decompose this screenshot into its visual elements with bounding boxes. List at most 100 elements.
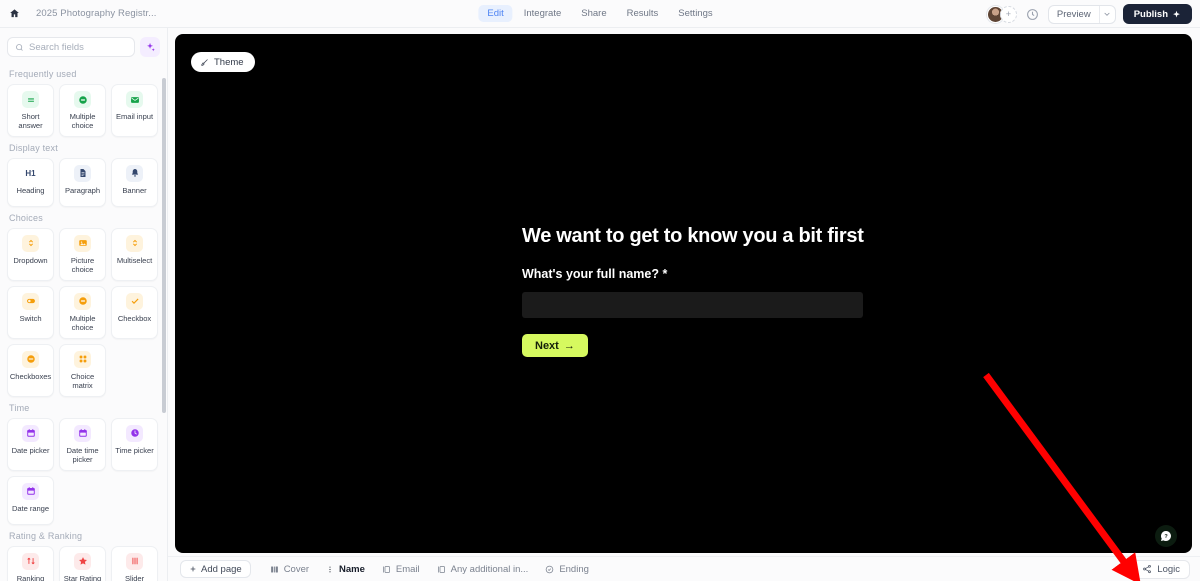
sidebar-scrollbar-thumb[interactable] <box>162 78 166 413</box>
section-label: Display text <box>9 142 58 153</box>
sort-arrows-icon <box>22 552 39 570</box>
fields-list[interactable]: Frequently used Short answer Multiple choi… <box>0 63 167 581</box>
form-preview: We want to get to know you a bit first W… <box>522 224 942 357</box>
page-label: Cover <box>283 563 310 575</box>
envelope-icon <box>126 91 143 108</box>
search-box[interactable] <box>7 37 135 57</box>
grid-icon <box>74 350 91 368</box>
field-grid: Dropdown Picture choice Multiselect Switch M… <box>7 227 161 397</box>
search-input[interactable] <box>29 41 127 53</box>
logic-button[interactable]: Logic <box>1132 559 1190 579</box>
field-card-multiple-choice[interactable]: Multiple choice <box>59 285 106 339</box>
field-grid: Short answer Multiple choice Email input <box>7 84 161 137</box>
top-bar-actions: + Preview Publish <box>986 0 1192 28</box>
image-icon <box>74 234 91 252</box>
sidebar-scrollbar-track <box>162 78 166 578</box>
field-card-label: Picture choice <box>70 255 95 275</box>
field-grid: H1 Heading Paragraph Banner <box>7 157 161 207</box>
field-card-paragraph[interactable]: Paragraph <box>59 157 106 207</box>
field-card-label: Multiple choice <box>69 313 96 333</box>
field-card-label: Date picker <box>11 445 50 455</box>
field-card-time-picker[interactable]: Time picker <box>111 417 158 471</box>
page-label: Name <box>339 563 365 575</box>
page-icon <box>437 565 445 573</box>
help-button[interactable]: ? <box>1155 525 1177 547</box>
field-card-banner[interactable]: Banner <box>111 157 158 207</box>
field-card-date-time-picker[interactable]: Date time picker <box>59 417 106 471</box>
field-card-label: Date range <box>11 503 50 513</box>
page-label: Any additional in... <box>450 563 529 575</box>
page-tab-additional[interactable]: Any additional in... <box>430 560 536 578</box>
page-tab-ending[interactable]: Ending <box>538 560 596 578</box>
form-title[interactable]: 2025 Photography Registr... <box>36 8 156 19</box>
preview-group: Preview <box>1047 4 1116 24</box>
calendar-icon <box>22 424 39 442</box>
clock-icon <box>126 424 143 442</box>
full-name-input[interactable] <box>522 292 863 318</box>
field-card-checkboxes[interactable]: Checkboxes <box>7 343 54 397</box>
page-tab-cover[interactable]: Cover <box>263 560 316 578</box>
theme-button[interactable]: Theme <box>191 52 255 72</box>
preview-button[interactable]: Preview <box>1049 6 1099 23</box>
field-card-label: Dropdown <box>13 255 48 265</box>
form-canvas[interactable]: Theme We want to get to know you a bit f… <box>175 34 1192 553</box>
ai-assist-button[interactable] <box>140 37 160 57</box>
calendar-icon <box>22 482 39 500</box>
field-card-label: Time picker <box>115 445 154 455</box>
field-card-multiselect[interactable]: Multiselect <box>111 227 158 281</box>
chevron-down-icon <box>1104 12 1110 16</box>
pages-bottom-bar: Add page Cover Name Email Any additional <box>168 556 1200 581</box>
sparkle-icon <box>1173 10 1180 17</box>
page-icon <box>383 565 390 573</box>
tab-edit[interactable]: Edit <box>478 5 513 22</box>
document-icon <box>74 164 91 182</box>
checkbox-list-icon <box>22 350 39 368</box>
tab-settings[interactable]: Settings <box>669 5 721 22</box>
next-button[interactable]: Next → <box>522 334 588 357</box>
field-card-heading[interactable]: H1 Heading <box>7 157 54 207</box>
field-card-label: Multiselect <box>116 255 153 265</box>
arrow-right-icon: → <box>563 339 575 352</box>
field-card-multiple-choice[interactable]: Multiple choice <box>59 84 106 137</box>
next-button-label: Next <box>535 339 559 352</box>
fields-sidebar: Frequently used Short answer Multiple choi… <box>0 28 168 581</box>
field-card-date-picker[interactable]: Date picker <box>7 417 54 471</box>
ai-sparkle-icon <box>146 42 155 51</box>
page-tab-name[interactable]: Name <box>319 560 372 578</box>
field-card-picture-choice[interactable]: Picture choice <box>59 227 106 281</box>
tab-share[interactable]: Share <box>572 5 615 22</box>
field-card-short-answer[interactable]: Short answer <box>7 84 54 137</box>
toggle-icon <box>22 292 39 310</box>
publish-button[interactable]: Publish <box>1122 4 1192 24</box>
preview-dropdown-button[interactable] <box>1098 5 1115 23</box>
field-card-label: Banner <box>122 185 147 195</box>
section-label: Time <box>9 402 30 413</box>
page-tab-email[interactable]: Email <box>375 560 427 578</box>
field-card-choice-matrix[interactable]: Choice matrix <box>59 343 106 397</box>
history-button[interactable] <box>1024 6 1041 23</box>
check-icon <box>126 292 143 310</box>
field-card-date-range[interactable]: Date range <box>7 475 54 525</box>
tab-results[interactable]: Results <box>618 5 668 22</box>
field-card-label: Date time picker <box>66 445 99 465</box>
add-collaborator-button[interactable]: + <box>999 5 1017 23</box>
home-button[interactable] <box>0 0 28 28</box>
add-page-button[interactable]: Add page <box>180 560 251 578</box>
field-card-label: Star Rating <box>63 573 102 581</box>
field-card-email-input[interactable]: Email input <box>111 84 158 137</box>
field-card-switch[interactable]: Switch <box>7 285 54 339</box>
field-card-ranking[interactable]: Ranking <box>7 545 54 581</box>
check-circle-icon <box>546 565 554 573</box>
field-card-slider[interactable]: Slider <box>111 545 158 581</box>
tab-integrate[interactable]: Integrate <box>515 5 571 22</box>
drag-handle-icon <box>329 566 331 572</box>
field-card-checkbox[interactable]: Checkbox <box>111 285 158 339</box>
field-card-label: Paragraph <box>64 185 100 195</box>
field-card-dropdown[interactable]: Dropdown <box>7 227 54 281</box>
slider-icon <box>126 552 143 570</box>
section-label: Rating & Ranking <box>9 530 83 541</box>
add-page-label: Add page <box>201 563 242 575</box>
calendar-icon <box>74 424 91 442</box>
field-card-star-rating[interactable]: Star Rating <box>59 545 106 581</box>
field-card-label: Multiple choice <box>69 112 96 131</box>
